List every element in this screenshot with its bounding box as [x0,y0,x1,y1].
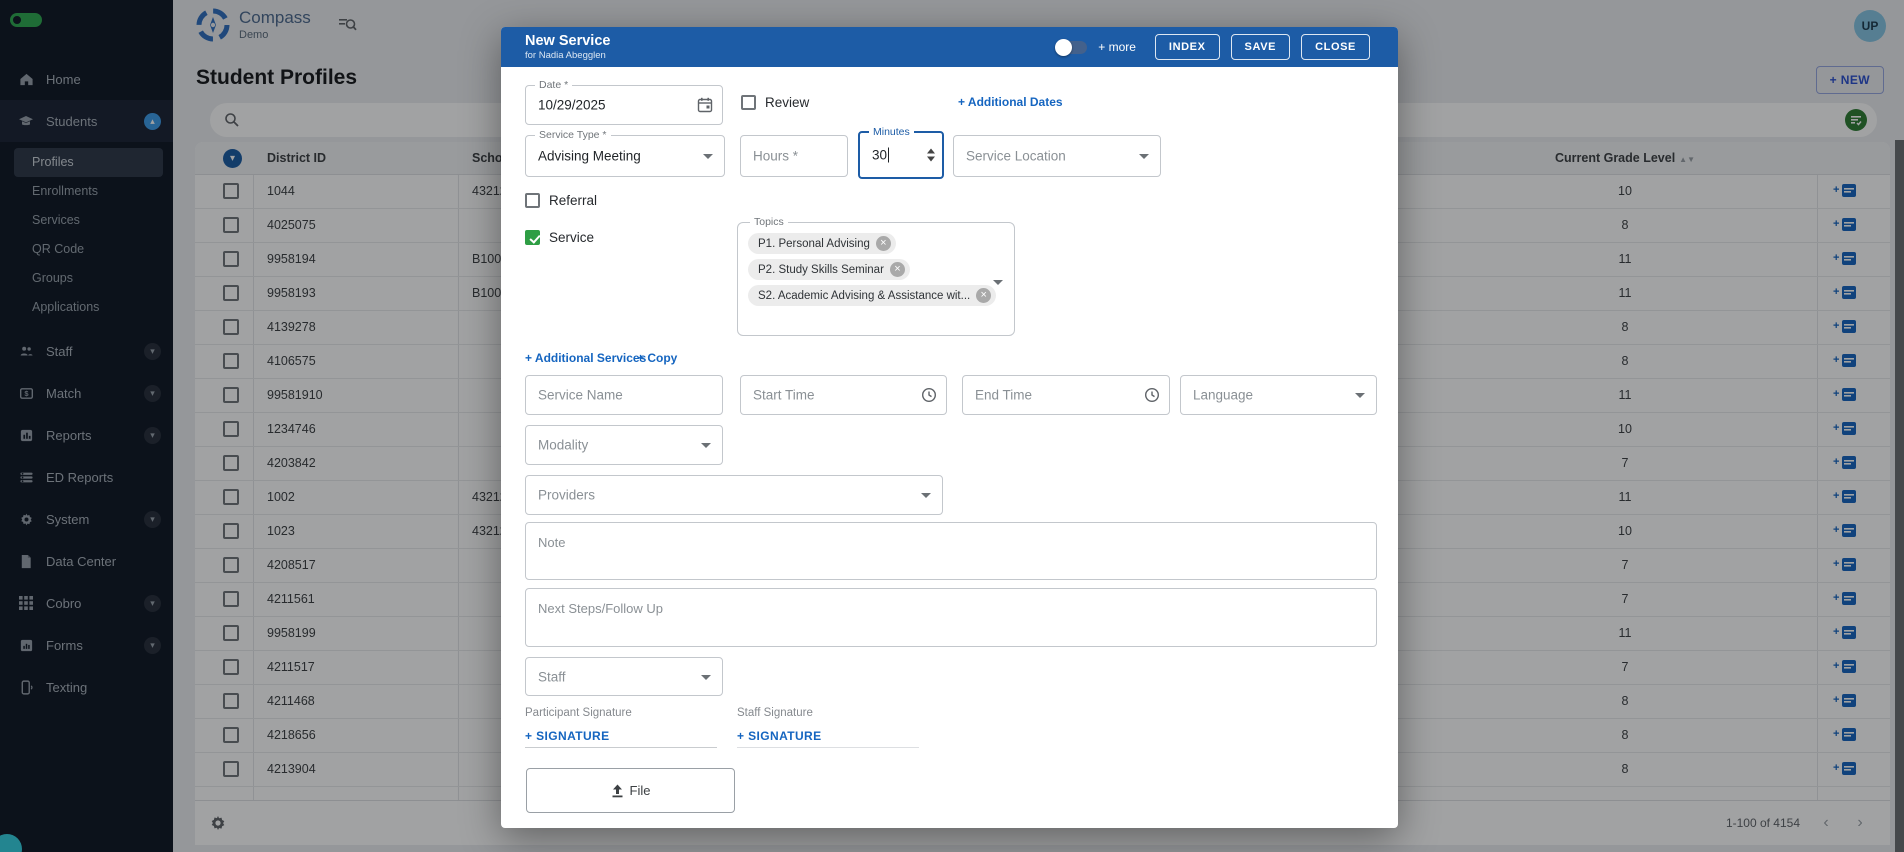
modality-placeholder: Modality [538,438,588,453]
more-link[interactable]: + more [1098,40,1136,54]
copy-link[interactable]: + Copy [637,351,677,365]
topic-chip-label: S2. Academic Advising & Assistance wit..… [758,290,970,302]
start-time-field[interactable]: Start Time [740,375,947,415]
close-button[interactable]: CLOSE [1301,34,1370,60]
staff-placeholder: Staff [538,669,566,684]
topics-label: Topics [750,216,788,229]
stepper-up-icon[interactable] [927,149,935,154]
stepper-down-icon[interactable] [927,157,935,162]
date-label: Date * [535,79,572,92]
topic-chip-label: P1. Personal Advising [758,238,870,250]
participant-signature-button[interactable]: + SIGNATURE [525,729,610,743]
next-steps-textarea[interactable]: Next Steps/Follow Up [525,588,1377,647]
end-time-field[interactable]: End Time [962,375,1170,415]
staff-signature-button[interactable]: + SIGNATURE [737,729,822,743]
service-type-label: Service Type * [535,129,611,142]
end-time-placeholder: End Time [975,388,1032,403]
upload-icon [611,784,624,798]
topic-chip: P2. Study Skills Seminar × [748,259,910,280]
clock-icon[interactable] [921,387,937,403]
staff-signature-label: Staff Signature [737,707,813,719]
review-label: Review [765,95,809,110]
language-placeholder: Language [1193,388,1253,403]
topic-chip: P1. Personal Advising × [748,233,896,254]
service-location-placeholder: Service Location [966,149,1066,164]
chevron-down-icon [701,443,711,448]
minutes-label: Minutes [869,126,914,139]
remove-topic-icon[interactable]: × [976,288,991,303]
topic-chip-label: P2. Study Skills Seminar [758,264,884,276]
referral-label: Referral [549,193,597,208]
remove-topic-icon[interactable]: × [890,262,905,277]
modality-select[interactable]: Modality [525,425,723,465]
new-service-dialog: New Service for Nadia Abegglen + more IN… [501,27,1398,828]
dialog-header-actions: + more INDEX SAVE CLOSE [1057,34,1370,60]
service-checkbox-box[interactable] [525,230,540,245]
header-toggle[interactable] [1057,41,1087,54]
dialog-subtitle: for Nadia Abegglen [525,50,610,61]
app-root: HomeStudents▴ProfilesEnrollmentsServices… [0,0,1904,852]
chevron-down-icon [921,493,931,498]
hours-field[interactable]: Hours * [740,135,848,177]
next-steps-placeholder: Next Steps/Follow Up [538,601,663,616]
additional-services-link[interactable]: + Additional Services [525,351,646,365]
service-label: Service [549,230,594,245]
language-select[interactable]: Language [1180,375,1377,415]
remove-topic-icon[interactable]: × [876,236,891,251]
service-name-input[interactable]: Service Name [525,375,723,415]
start-time-placeholder: Start Time [753,388,815,403]
date-value: 10/29/2025 [538,98,606,113]
providers-select[interactable]: Providers [525,475,943,515]
topic-chip: S2. Academic Advising & Assistance wit..… [748,285,996,306]
review-checkbox[interactable]: Review [741,95,809,110]
dialog-header: New Service for Nadia Abegglen + more IN… [501,27,1398,67]
staff-signature-line [737,747,919,748]
calendar-icon[interactable] [697,97,713,113]
note-textarea[interactable]: Note [525,522,1377,580]
note-placeholder: Note [538,535,565,550]
staff-select[interactable]: Staff [525,657,723,696]
dialog-titles: New Service for Nadia Abegglen [525,33,610,61]
referral-checkbox[interactable]: Referral [525,193,597,208]
referral-checkbox-box[interactable] [525,193,540,208]
chevron-down-icon [1139,154,1149,159]
topics-chips: P1. Personal Advising×P2. Study Skills S… [748,233,996,306]
chevron-down-icon[interactable] [993,280,1003,285]
dialog-title: New Service [525,33,610,49]
toggle-knob [1055,39,1072,56]
service-type-select[interactable]: Service Type * Advising Meeting [525,135,725,177]
service-checkbox[interactable]: Service [525,230,594,245]
file-upload-label: File [630,783,651,798]
service-name-placeholder: Service Name [538,388,623,403]
dialog-body: Date * 10/29/2025 Review + Additional Da… [501,67,1398,828]
file-upload-button[interactable]: File [526,768,735,813]
date-field[interactable]: Date * 10/29/2025 [525,85,723,125]
clock-icon[interactable] [1144,387,1160,403]
service-location-select[interactable]: Service Location [953,135,1161,177]
minutes-value: 30 [872,148,889,163]
chevron-down-icon [703,154,713,159]
service-type-value: Advising Meeting [538,149,641,164]
chevron-down-icon [701,675,711,680]
save-button[interactable]: SAVE [1231,34,1291,60]
hours-placeholder: Hours * [753,149,798,164]
index-button[interactable]: INDEX [1155,34,1220,60]
participant-signature-label: Participant Signature [525,707,632,719]
review-checkbox-box[interactable] [741,95,756,110]
minutes-field[interactable]: Minutes 30 [858,131,944,179]
additional-dates-link[interactable]: + Additional Dates [958,95,1063,109]
providers-placeholder: Providers [538,488,595,503]
number-stepper[interactable] [927,149,935,162]
participant-signature-line [525,747,717,748]
chevron-down-icon [1355,393,1365,398]
topics-multiselect[interactable]: Topics P1. Personal Advising×P2. Study S… [737,222,1015,336]
